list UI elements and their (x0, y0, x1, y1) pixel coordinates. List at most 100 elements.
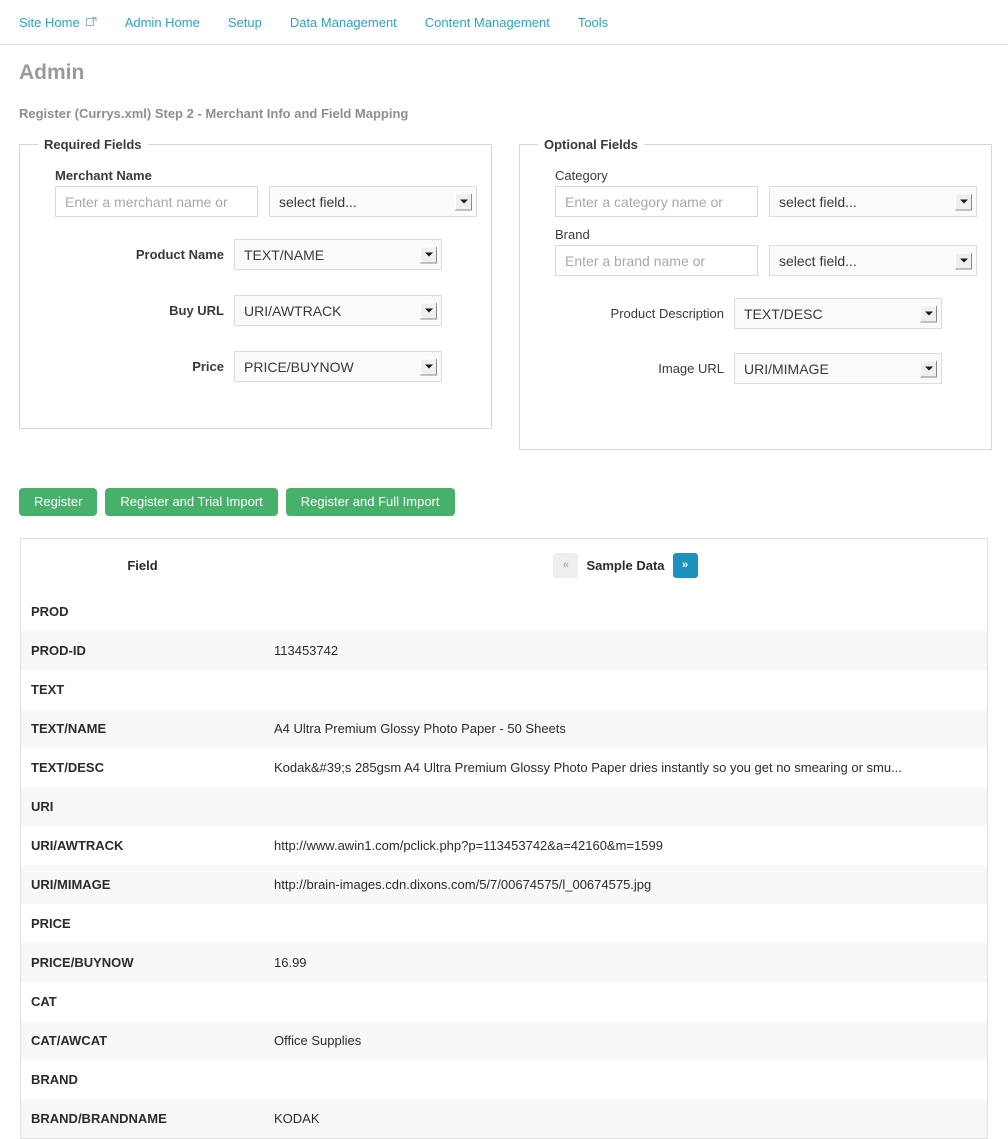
image-url-label: Image URL (658, 361, 724, 376)
table-row: URI/MIMAGE http://brain-images.cdn.dixons… (21, 865, 987, 904)
chevron-down-icon (420, 358, 437, 375)
nav-item-site-home-label: Site Home (19, 14, 80, 30)
pager-next-button[interactable]: » (672, 553, 698, 578)
table-cell-field: URI (21, 787, 264, 826)
table-cell-field: URI/MIMAGE (21, 865, 264, 904)
table-cell-sample-value: http://brain-images.cdn.dixons.com/5/7/0… (264, 865, 987, 904)
category-field-select[interactable]: select field... (769, 186, 977, 217)
merchant-name-field-select-value: select field... (279, 193, 357, 210)
product-name-row: Product Name TEXT/NAME (34, 239, 477, 270)
sample-data-panel: Field « Sample Data » PROD PROD-ID 1134537… (20, 538, 988, 1139)
table-cell-field: PRICE/BUYNOW (21, 943, 264, 982)
chevron-down-icon (955, 193, 972, 210)
required-fields-legend: Required Fields (44, 137, 142, 152)
buy-url-field-select[interactable]: URI/AWTRACK (234, 295, 442, 326)
table-cell-sample-value: A4 Ultra Premium Glossy Photo Paper - 50… (264, 709, 987, 748)
column-header-field: Field (21, 539, 264, 592)
buy-url-label: Buy URL (169, 303, 224, 318)
price-field-select[interactable]: PRICE/BUYNOW (234, 351, 442, 382)
merchant-name-input[interactable] (55, 186, 258, 217)
product-description-label: Product Description (610, 306, 724, 321)
category-input[interactable] (555, 186, 758, 217)
brand-row: select field... (534, 245, 977, 276)
chevron-down-icon (955, 252, 972, 269)
chevron-down-icon (920, 305, 937, 322)
table-cell-field: TEXT/NAME (21, 709, 264, 748)
table-cell-sample-value (264, 904, 987, 943)
price-row: Price PRICE/BUYNOW (34, 351, 477, 382)
table-cell-field: TEXT (21, 670, 264, 709)
table-row: PROD-ID 113453742 (21, 631, 987, 670)
table-cell-field: PROD (21, 592, 264, 631)
product-description-row: Product Description TEXT/DESC (534, 298, 977, 329)
table-cell-sample-value (264, 1060, 987, 1099)
nav-item-site-home[interactable]: Site Home (19, 16, 97, 29)
column-header-sample-data-label: Sample Data (586, 558, 665, 573)
nav-item-tools[interactable]: Tools (578, 16, 608, 29)
table-cell-sample-value: Kodak&#39;s 285gsm A4 Ultra Premium Glos… (264, 748, 987, 787)
table-row: URI/AWTRACK http://www.awin1.com/pclick.p… (21, 826, 987, 865)
image-url-field-select-value: URI/MIMAGE (744, 360, 829, 377)
optional-fields-legend: Optional Fields (544, 137, 638, 152)
merchant-name-row: select field... (34, 186, 477, 217)
merchant-name-field-select[interactable]: select field... (269, 186, 477, 217)
action-button-bar: Register Register and Trial Import Regis… (19, 488, 455, 516)
table-cell-sample-value (264, 982, 987, 1021)
table-row: CAT (21, 982, 987, 1021)
sample-data-pager: « Sample Data » (553, 553, 698, 578)
sample-data-table-body: PROD PROD-ID 113453742 TEXT TEXT/NAME A4 Ultr… (21, 592, 987, 1138)
table-row: PRICE (21, 904, 987, 943)
page-subtitle: Register (Currys.xml) Step 2 - Merchant … (19, 106, 409, 121)
sample-data-table: Field « Sample Data » PROD PROD-ID 1134537… (21, 539, 987, 1138)
brand-input[interactable] (555, 245, 758, 276)
buy-url-field-select-value: URI/AWTRACK (244, 302, 342, 319)
image-url-row: Image URL URI/MIMAGE (534, 353, 977, 384)
chevron-down-icon (920, 360, 937, 377)
table-cell-sample-value: KODAK (264, 1099, 987, 1138)
table-cell-sample-value (264, 592, 987, 631)
category-row: select field... (534, 186, 977, 217)
table-row: BRAND/BRANDNAME KODAK (21, 1099, 987, 1138)
nav-item-setup[interactable]: Setup (228, 16, 262, 29)
chevron-down-icon (420, 246, 437, 263)
price-label: Price (192, 359, 224, 374)
table-cell-field: PRICE (21, 904, 264, 943)
table-row: PROD (21, 592, 987, 631)
nav-item-content-management[interactable]: Content Management (425, 16, 550, 29)
table-row: BRAND (21, 1060, 987, 1099)
table-cell-sample-value (264, 787, 987, 826)
product-name-field-select[interactable]: TEXT/NAME (234, 239, 442, 270)
pager-previous-button[interactable]: « (553, 553, 579, 578)
table-row: TEXT/DESC Kodak&#39;s 285gsm A4 Ultra Pre… (21, 748, 987, 787)
register-and-full-import-button[interactable]: Register and Full Import (285, 488, 455, 516)
buy-url-row: Buy URL URI/AWTRACK (34, 295, 477, 326)
register-button[interactable]: Register (19, 488, 98, 516)
table-header-row: Field « Sample Data » (21, 539, 987, 592)
image-url-field-select[interactable]: URI/MIMAGE (734, 353, 942, 384)
product-name-field-select-value: TEXT/NAME (244, 246, 325, 263)
category-label: Category (555, 168, 608, 183)
table-cell-sample-value: Office Supplies (264, 1021, 987, 1060)
table-cell-field: BRAND (21, 1060, 264, 1099)
field-mapping-section: Required Fields Merchant Name select fie… (0, 137, 1008, 467)
page-title: Admin (19, 61, 85, 84)
table-cell-sample-value: http://www.awin1.com/pclick.php?p=113453… (264, 826, 987, 865)
table-row: TEXT/NAME A4 Ultra Premium Glossy Photo P… (21, 709, 987, 748)
external-link-icon (85, 16, 97, 27)
table-cell-field: TEXT/DESC (21, 748, 264, 787)
register-and-trial-import-button[interactable]: Register and Trial Import (105, 488, 278, 516)
category-field-select-value: select field... (779, 193, 857, 210)
table-cell-sample-value: 113453742 (264, 631, 987, 670)
optional-fields-fieldset: Optional Fields Category select field...… (519, 137, 992, 450)
table-cell-field: URI/AWTRACK (21, 826, 264, 865)
brand-label: Brand (555, 227, 590, 242)
product-description-field-select[interactable]: TEXT/DESC (734, 298, 942, 329)
nav-item-admin-home[interactable]: Admin Home (125, 16, 200, 29)
brand-field-select[interactable]: select field... (769, 245, 977, 276)
table-row: TEXT (21, 670, 987, 709)
price-field-select-value: PRICE/BUYNOW (244, 358, 354, 375)
chevron-down-icon (455, 193, 472, 210)
nav-item-data-management[interactable]: Data Management (290, 16, 397, 29)
product-description-field-select-value: TEXT/DESC (744, 305, 823, 322)
merchant-name-label: Merchant Name (55, 168, 152, 183)
